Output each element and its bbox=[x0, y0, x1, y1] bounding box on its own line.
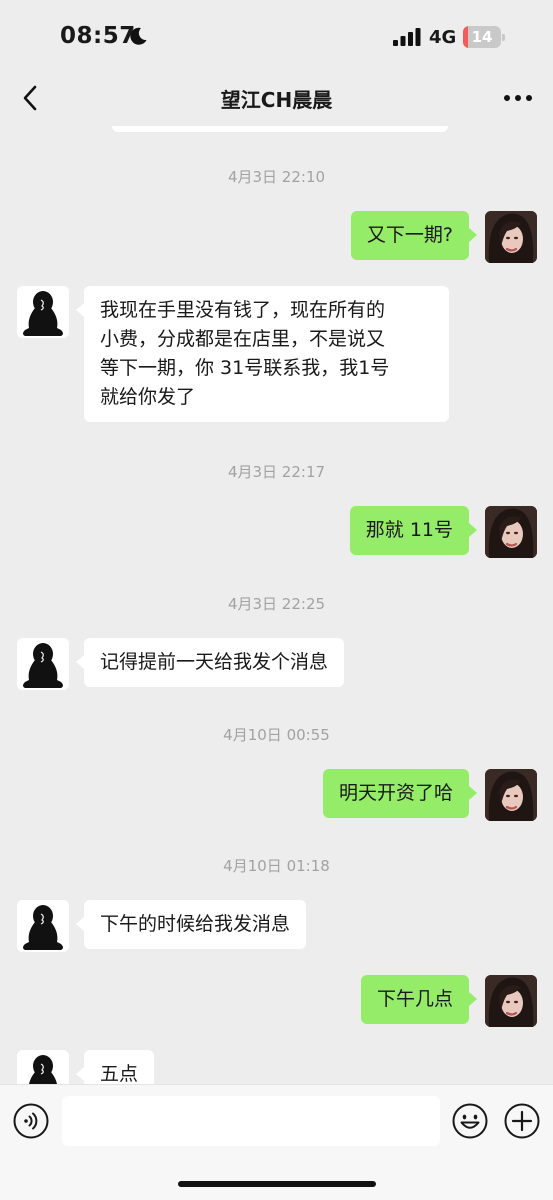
message-line: 就给你发了 bbox=[100, 386, 196, 408]
battery-cap bbox=[502, 34, 505, 41]
contact-avatar[interactable] bbox=[17, 286, 69, 338]
message-bubble-other[interactable]: 下午的时候给我发消息 bbox=[75, 900, 307, 949]
timestamp: 4月10日 00:55 bbox=[223, 726, 330, 744]
hooded-figure-icon bbox=[17, 1050, 69, 1084]
message-line: 等下一期，你 31号联系我，我1号 bbox=[100, 357, 390, 379]
status-time: 08:57 bbox=[60, 23, 136, 49]
self-avatar[interactable] bbox=[485, 211, 537, 263]
battery-icon: 14 bbox=[463, 26, 505, 48]
back-button[interactable] bbox=[14, 80, 46, 116]
status-bar: 08:57 4G 14 bbox=[0, 0, 553, 72]
hooded-figure-icon bbox=[17, 900, 69, 952]
message-input[interactable] bbox=[62, 1096, 440, 1146]
message-line: 小费，分成都是在店里，不是说又 bbox=[100, 328, 386, 350]
message-bubble-self[interactable]: 那就 11号 bbox=[349, 506, 478, 555]
message-bubble-self[interactable]: 又下一期? bbox=[350, 211, 478, 260]
hooded-figure-icon bbox=[17, 286, 69, 338]
message-bubble-other[interactable]: 我现在手里没有钱了，现在所有的 小费，分成都是在店里，不是说又 等下一期，你 3… bbox=[76, 286, 449, 422]
chat-screen: 08:57 4G 14 望江CH晨晨 4月3日 22:10 又下一期? 我现在手… bbox=[0, 0, 553, 1200]
contact-avatar[interactable] bbox=[17, 900, 69, 952]
contact-avatar[interactable] bbox=[17, 638, 69, 690]
timestamp: 4月3日 22:10 bbox=[227, 168, 326, 186]
network-type: 4G bbox=[429, 27, 457, 48]
battery-body: 14 bbox=[463, 26, 501, 48]
timestamp: 4月3日 22:25 bbox=[227, 595, 326, 613]
home-indicator[interactable] bbox=[178, 1181, 376, 1187]
message-bubble-self[interactable]: 下午几点 bbox=[360, 975, 478, 1024]
self-avatar[interactable] bbox=[485, 975, 537, 1027]
message-line: 我现在手里没有钱了，现在所有的 bbox=[100, 299, 386, 321]
profile-photo-icon bbox=[485, 975, 537, 1027]
hooded-figure-icon bbox=[17, 638, 69, 690]
chevron-left-icon bbox=[23, 85, 37, 111]
message-bubble-self[interactable]: 明天开资了哈 bbox=[322, 769, 478, 818]
message-bubble-other[interactable]: 五点 bbox=[75, 1050, 155, 1084]
profile-photo-icon bbox=[485, 211, 537, 263]
message-list[interactable]: 4月3日 22:10 又下一期? 我现在手里没有钱了，现在所有的 小费，分成都是… bbox=[0, 126, 553, 1084]
self-avatar[interactable] bbox=[485, 506, 537, 558]
signal-icon bbox=[393, 28, 421, 46]
profile-photo-icon bbox=[485, 769, 537, 821]
moon-icon bbox=[130, 27, 147, 45]
contact-avatar[interactable] bbox=[17, 1050, 69, 1084]
voice-icon[interactable] bbox=[13, 1103, 49, 1139]
profile-photo-icon bbox=[485, 506, 537, 558]
previous-message-bubble bbox=[112, 126, 448, 132]
emoji-icon[interactable] bbox=[452, 1103, 488, 1139]
self-avatar[interactable] bbox=[485, 769, 537, 821]
more-dots-icon bbox=[504, 95, 532, 101]
battery-level: 14 bbox=[471, 28, 493, 46]
timestamp: 4月10日 01:18 bbox=[223, 857, 330, 875]
nav-bar: 望江CH晨晨 bbox=[0, 72, 553, 126]
plus-icon[interactable] bbox=[504, 1103, 540, 1139]
timestamp: 4月3日 22:17 bbox=[227, 463, 326, 481]
chat-title: 望江CH晨晨 bbox=[220, 88, 333, 112]
message-bubble-other[interactable]: 记得提前一天给我发个消息 bbox=[75, 638, 345, 687]
more-button[interactable] bbox=[498, 82, 538, 114]
